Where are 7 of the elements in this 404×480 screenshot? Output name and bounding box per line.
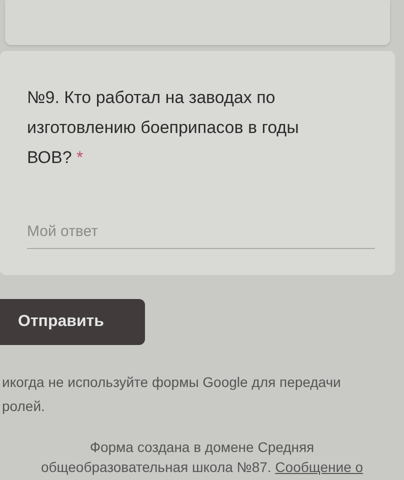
submit-button[interactable]: Отправить (0, 299, 145, 345)
report-link[interactable]: Сообщение о (275, 459, 364, 475)
question-title: №9. Кто работал на заводах по изготовлению боеприпасов в годы ВОВ? * (27, 87, 300, 169)
footer-text: Форма создана в домене Средняя общеобразовательная школа №87. Сообщение о (40, 438, 364, 477)
answer-field[interactable]: Мой ответ (27, 221, 375, 248)
warning-text: ролей. (2, 397, 46, 415)
warning-text: икогда не используйте формы Google для передачи (2, 373, 342, 391)
